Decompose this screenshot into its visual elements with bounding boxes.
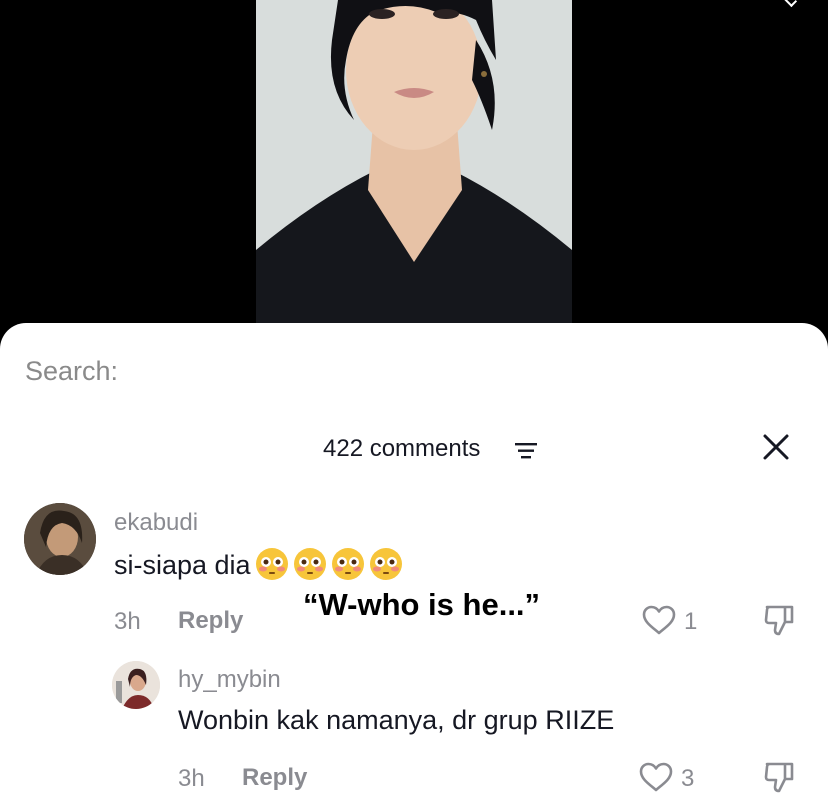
search-label[interactable]: Search: (25, 356, 118, 387)
comment-username[interactable]: hy_mybin (178, 666, 281, 694)
comment-text: si-siapa dia (114, 547, 403, 581)
like-count: 3 (681, 765, 695, 792)
flushed-face-icon (255, 547, 289, 581)
comment-text: Wonbin kak namanya, dr grup RIIZE (178, 705, 615, 735)
comment-time: 3h (178, 765, 205, 792)
dislike-icon[interactable] (764, 760, 796, 794)
reply-button[interactable]: Reply (178, 607, 243, 635)
flushed-face-icon (369, 547, 403, 581)
close-icon[interactable] (762, 433, 790, 461)
translation-annotation: “W-who is he...” (303, 587, 541, 622)
dislike-icon[interactable] (764, 603, 796, 637)
top-edge-mark (782, 0, 798, 8)
comments-count: 422 comments (323, 435, 481, 462)
comment-username[interactable]: ekabudi (114, 509, 198, 537)
avatar[interactable] (24, 503, 96, 575)
avatar[interactable] (112, 661, 160, 709)
filter-icon[interactable] (515, 443, 537, 459)
comment-time: 3h (114, 608, 141, 635)
heart-icon[interactable] (639, 762, 673, 792)
flushed-face-icon (331, 547, 365, 581)
comments-header: 422 comments (0, 433, 828, 473)
video-frame-photo (256, 0, 572, 330)
reply-button[interactable]: Reply (242, 764, 307, 792)
video-area[interactable] (0, 0, 828, 340)
comments-sheet: Search: 422 comments ekabudi si-siapa di… (0, 323, 828, 811)
comment-text-body: si-siapa dia (114, 550, 251, 580)
flushed-face-icon (293, 547, 327, 581)
like-count: 1 (684, 608, 698, 635)
heart-icon[interactable] (642, 605, 676, 635)
